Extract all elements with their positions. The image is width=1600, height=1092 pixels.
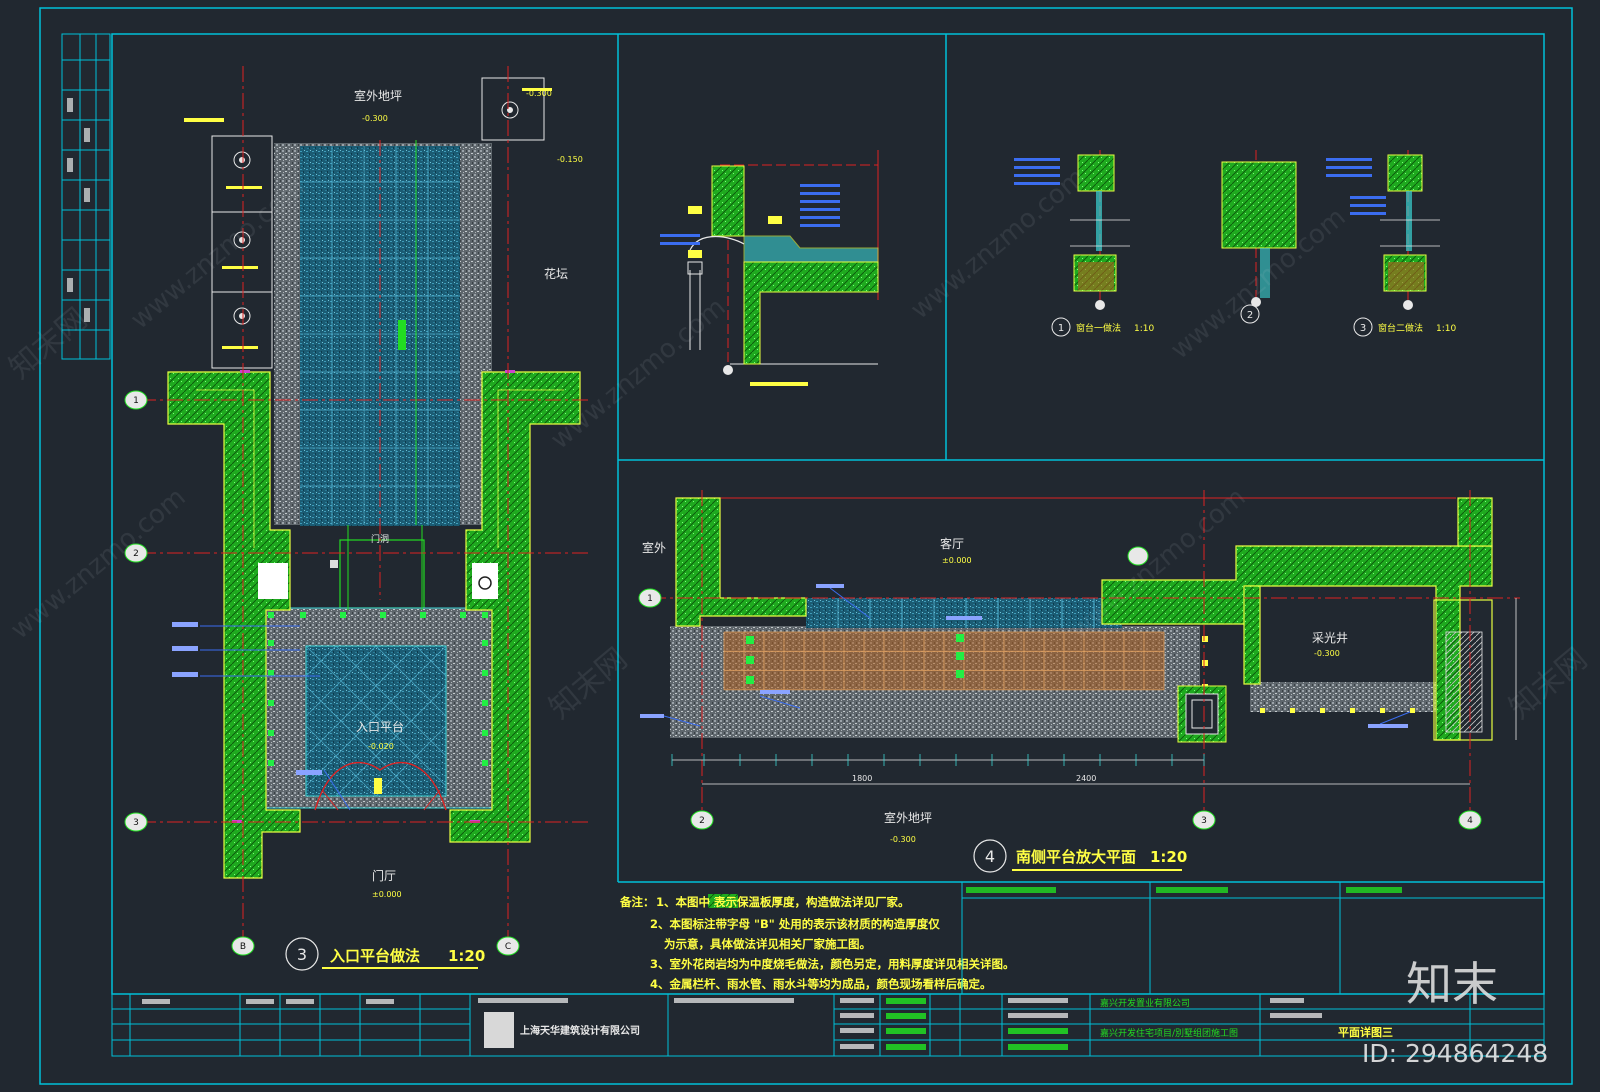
client-name: 嘉兴开发置业有限公司	[1100, 997, 1190, 1009]
company-logo	[484, 1012, 514, 1048]
detail1-scale: 1:10	[1134, 324, 1154, 334]
plan3-grid-c: C	[505, 942, 511, 952]
detail1-title: 窗台一做法	[1076, 322, 1121, 334]
plan4-grid-1: 1	[647, 594, 653, 604]
plan3-entrance-platform: 1 2 3 B C 室外地坪 -0.300 花坛 入口平台 -0.020 门厅 …	[124, 66, 592, 971]
plan4-title: 南侧平台放大平面	[1016, 848, 1136, 866]
svg-text:知末网: 知末网	[543, 641, 634, 726]
plan3-flower-bed-label: 花坛	[544, 266, 568, 281]
plan3-grid-1: 1	[133, 396, 139, 406]
detail1-number: 1	[1058, 323, 1064, 334]
notes: 备注： 1、本图中 表示保温板厚度，构造做法详见厂家。 2、本图标注带字母 "B…	[619, 894, 1015, 991]
plan4-lightwell-label: 采光井	[1312, 631, 1348, 645]
plan3-right-small-level: -0.300	[526, 89, 552, 98]
plan4-outdoor-ground-level: -0.300	[890, 835, 916, 844]
note-3: 为示意，具体做法详见相关厂家施工图。	[664, 937, 871, 951]
note-2: 2、本图标注带字母 "B" 处用的表示该材质的构造厚度仅	[650, 917, 940, 931]
plan4-grid-3: 3	[1201, 816, 1207, 826]
sheet-name: 平面详图三	[1338, 1025, 1393, 1039]
note-1: 1、本图中 表示保温板厚度，构造做法详见厂家。	[656, 895, 910, 909]
watermark-id: ID: 294864248	[1362, 1039, 1548, 1068]
plan3-number: 3	[297, 945, 307, 964]
detail-top-middle	[660, 150, 879, 386]
plan4-dim-2: 2400	[1076, 774, 1096, 783]
plan3-outdoor-ground-level: -0.300	[362, 114, 388, 123]
svg-text:www.znzmo.com: www.znzmo.com	[905, 162, 1091, 325]
plan4-living-room-label: 客厅	[940, 536, 964, 551]
detail-window-3: 3 窗台二做法 1:10	[1326, 150, 1456, 337]
detail3-title: 窗台二做法	[1378, 322, 1423, 334]
detail3-scale: 1:10	[1436, 324, 1456, 334]
plan4-grid-2: 2	[699, 816, 705, 826]
plan4-outdoor-label: 室外	[642, 540, 666, 555]
note-4: 3、室外花岗岩均为中度烧毛做法，颜色另定，用料厚度详见相关详图。	[650, 957, 1015, 971]
plan3-scale: 1:20	[448, 947, 485, 965]
plan4-dim-1: 1800	[852, 774, 872, 783]
plan3-door-label: 门洞	[371, 533, 389, 545]
project-name: 嘉兴开发住宅项目/別墅组团施工图	[1100, 1027, 1238, 1039]
cad-drawing: 1 2 3 B C 室外地坪 -0.300 花坛 入口平台 -0.020 门厅 …	[3, 7, 1594, 1085]
plan4-living-room-level: ±0.000	[942, 556, 972, 565]
plan4-grid-4: 4	[1467, 816, 1473, 826]
plan4-lightwell-level: -0.300	[1314, 649, 1340, 658]
company-name: 上海天华建筑设计有限公司	[520, 1024, 640, 1037]
notes-lead: 备注：	[619, 895, 655, 909]
svg-text:www.znzmo.com: www.znzmo.com	[5, 482, 191, 645]
plan3-entry-platform-level: -0.020	[368, 742, 394, 751]
plan4-outdoor-ground-label: 室外地坪	[884, 810, 932, 825]
plan4-south-platform: 1800 2400 1 2 3 4 室外 客厅 ±0.000 采光井 -0.30…	[638, 490, 1520, 873]
plan3-top-right-level: -0.150	[557, 155, 583, 164]
watermark-brand: 知末	[1406, 957, 1498, 1011]
plan3-hall-label: 门厅	[372, 868, 396, 883]
plan3-grid-b: B	[240, 942, 246, 952]
plan3-grid-3: 3	[133, 818, 139, 828]
plan3-entry-platform-label: 入口平台	[356, 719, 404, 734]
plan4-number: 4	[985, 847, 995, 866]
title-block	[111, 993, 1545, 1057]
detail3-number: 3	[1360, 323, 1366, 334]
plan4-scale: 1:20	[1150, 848, 1187, 866]
note-5: 4、金属栏杆、雨水管、雨水斗等均为成品，颜色现场看样后确定。	[650, 977, 992, 991]
plan3-hall-level: ±0.000	[372, 890, 402, 899]
plan3-title: 入口平台做法	[330, 947, 420, 965]
plan3-outdoor-ground-label: 室外地坪	[354, 88, 402, 103]
